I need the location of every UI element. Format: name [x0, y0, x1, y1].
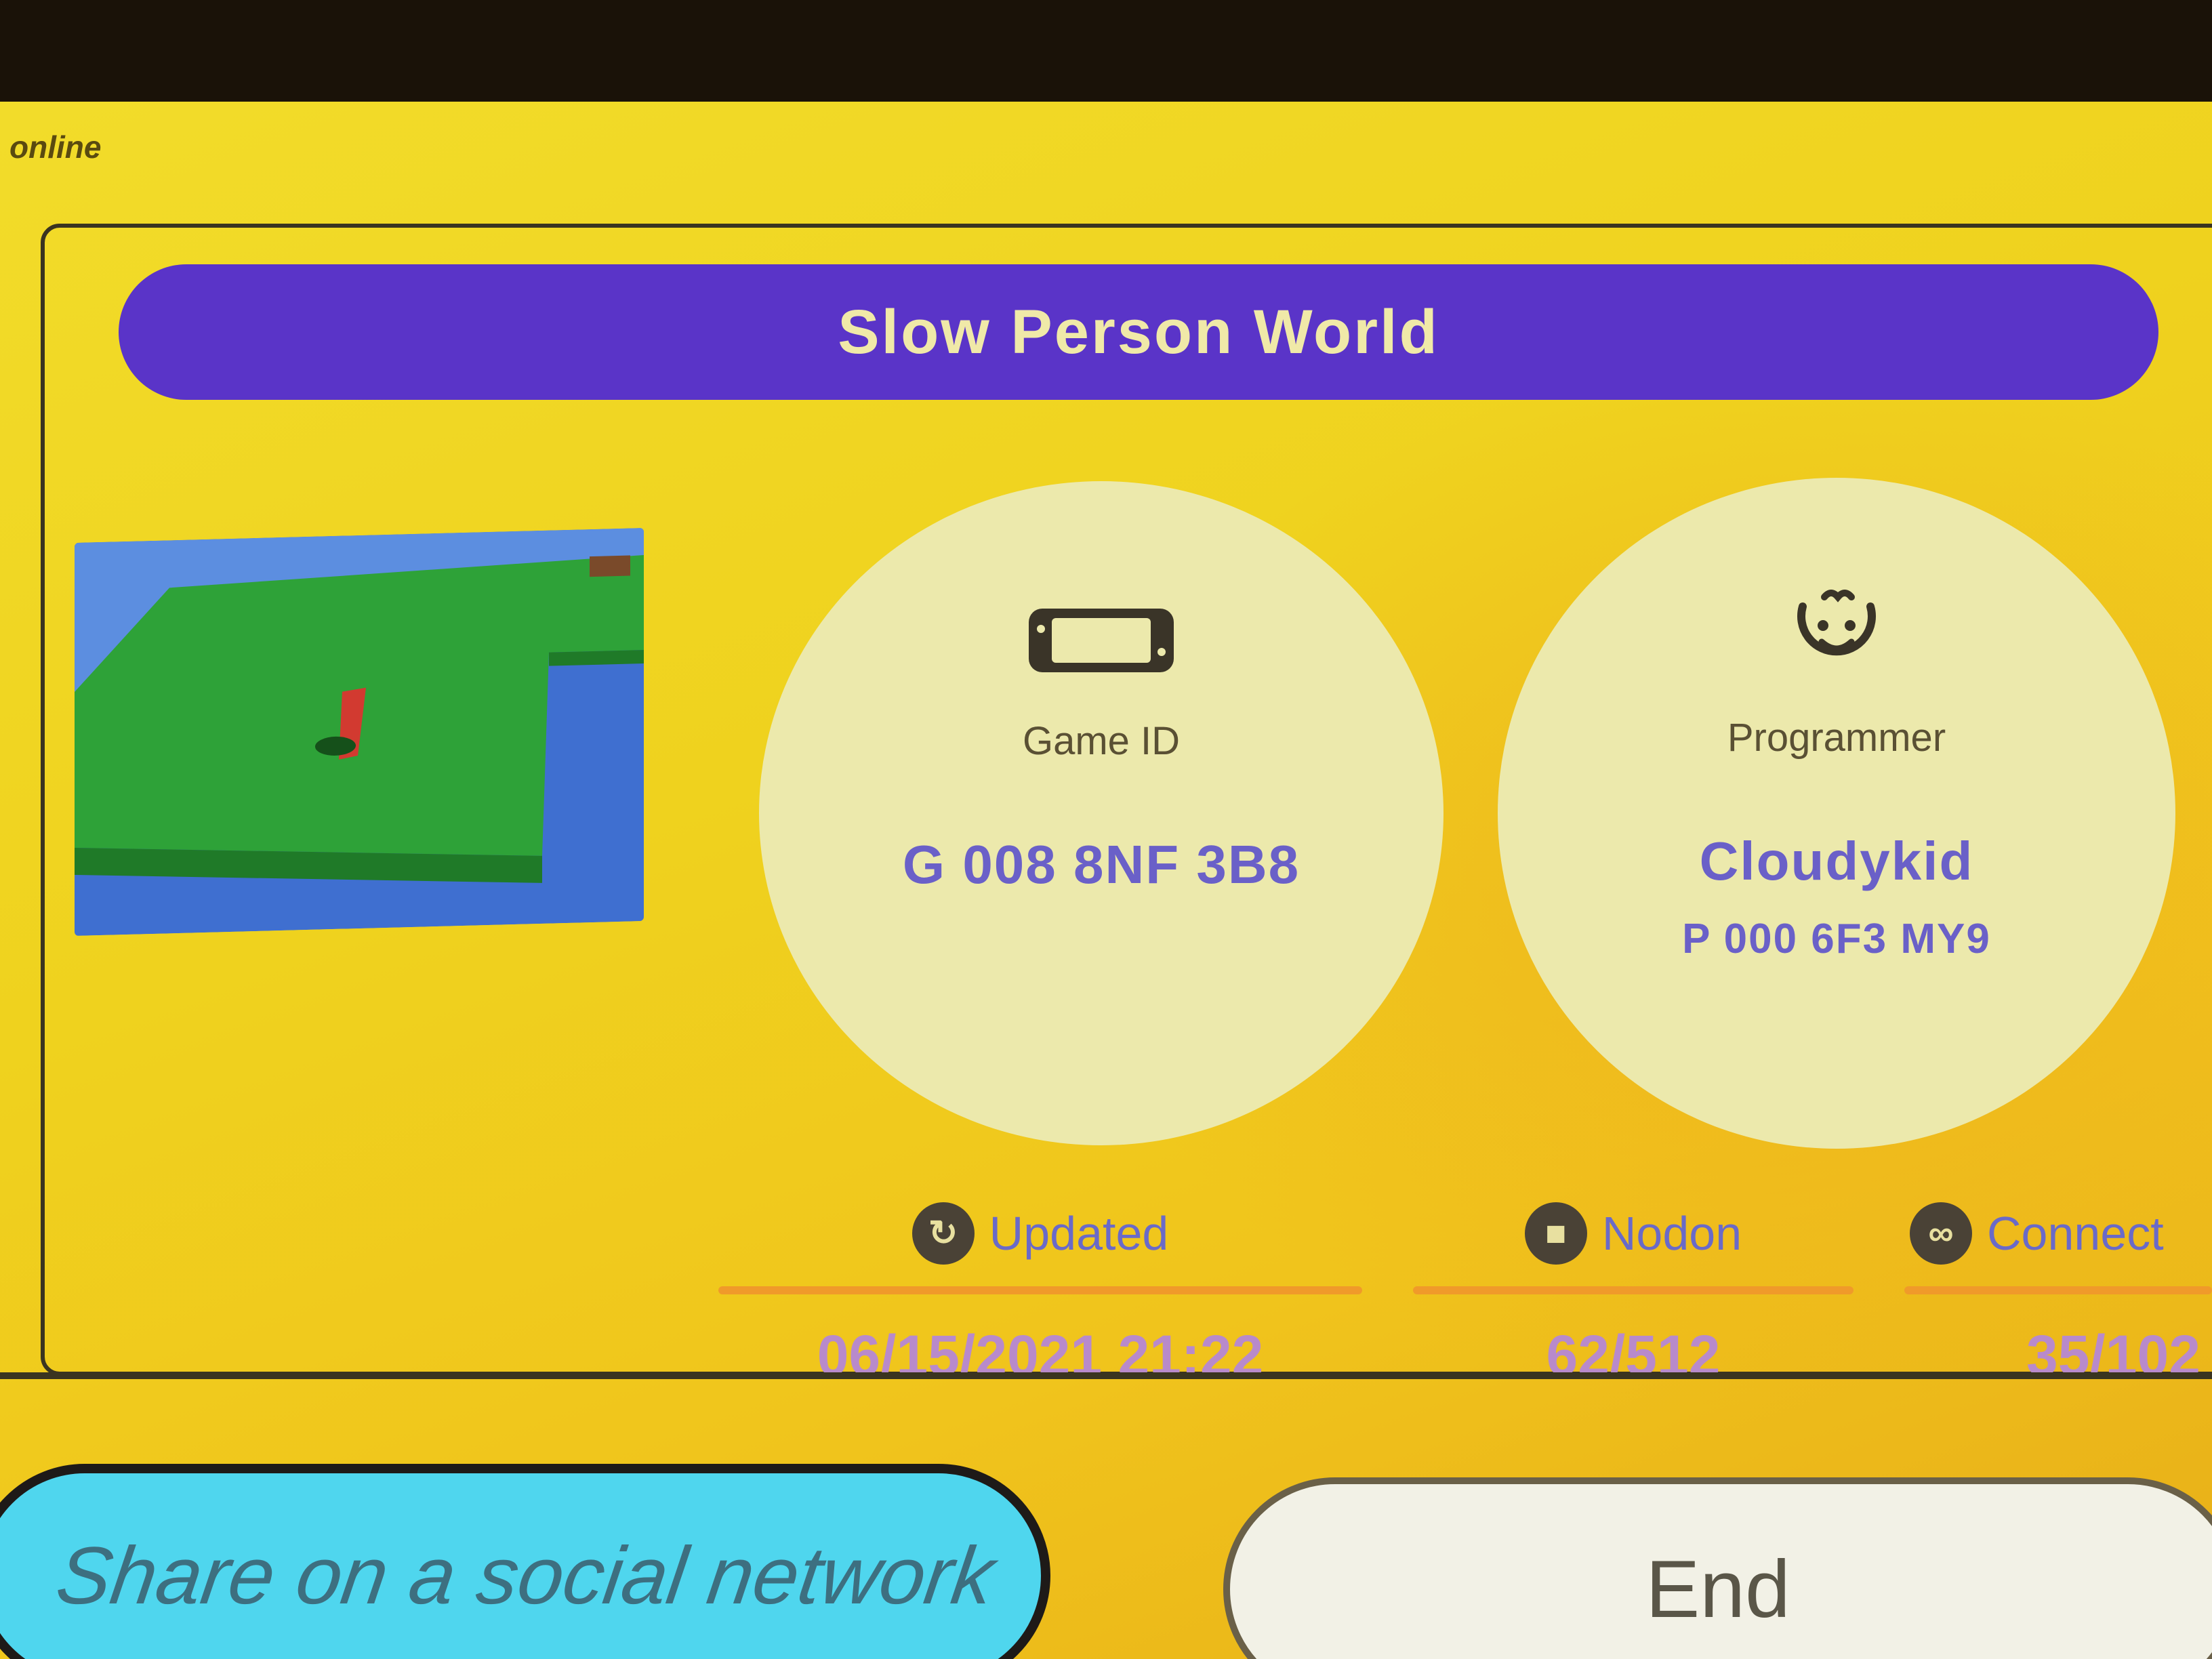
- game-id-circle: Game ID G 008 8NF 3B8: [759, 481, 1443, 1145]
- game-title-bar: Slow Person World: [119, 264, 2158, 400]
- panel-divider: [0, 1372, 2212, 1379]
- programmer-name: Cloudykid: [1699, 831, 1974, 891]
- game-thumbnail: [75, 528, 644, 936]
- nodon-divider: [1413, 1286, 1853, 1294]
- console-icon: [759, 603, 1443, 678]
- updated-label: Updated: [989, 1207, 1169, 1260]
- online-status: online: [9, 129, 102, 165]
- connect-icon: ∞: [1910, 1202, 1972, 1265]
- game-info-screen: online Slow Person World Game ID G 008 8: [0, 102, 2212, 1659]
- stat-nodon: ■ Nodon 62/512: [1413, 1200, 1853, 1389]
- connect-label: Connect: [1987, 1207, 2164, 1260]
- stat-updated: ↻ Updated 06/15/2021 21:22: [718, 1200, 1362, 1389]
- clock-icon: ↻: [912, 1202, 975, 1265]
- programmer-circle: Programmer Cloudykid P 000 6F3 MY9: [1498, 478, 2175, 1149]
- nodon-label: Nodon: [1601, 1207, 1742, 1260]
- face-icon: [1498, 590, 2175, 674]
- end-button-label: End: [1645, 1544, 1790, 1635]
- game-id-value: G 008 8NF 3B8: [902, 834, 1300, 895]
- share-button-label: Share on a social network: [51, 1530, 1000, 1621]
- game-title: Slow Person World: [838, 297, 1439, 367]
- connect-divider: [1904, 1286, 2212, 1294]
- end-button[interactable]: End: [1223, 1477, 2212, 1659]
- stat-connect: ∞ Connect 35/102: [1904, 1200, 2212, 1389]
- programmer-label: Programmer: [1727, 716, 1946, 760]
- game-id-label: Game ID: [1022, 719, 1181, 763]
- updated-divider: [718, 1286, 1362, 1294]
- share-button[interactable]: Share on a social network: [0, 1464, 1050, 1659]
- nodon-icon: ■: [1524, 1202, 1587, 1265]
- programmer-id: P 000 6F3 MY9: [1682, 916, 1991, 962]
